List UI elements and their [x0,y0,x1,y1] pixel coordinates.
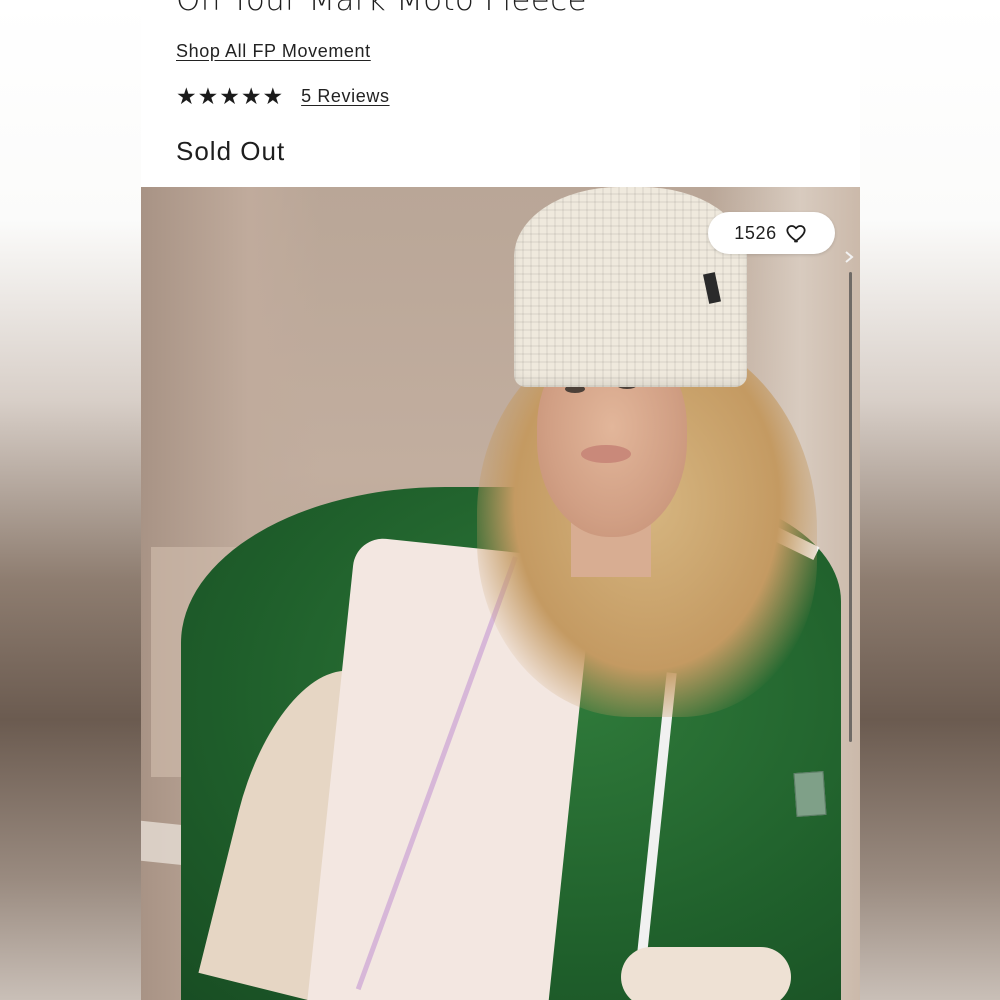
star-rating: ★ ★ ★ ★ ★ [176,84,283,108]
sleeve-patch [793,771,827,817]
background-right [860,0,1000,1000]
shop-all-link[interactable]: Shop All FP Movement [176,41,371,62]
like-count: 1526 [734,222,777,243]
stock-status: Sold Out [176,136,286,166]
sherpa-cuff [621,947,791,1000]
chevron-right-icon[interactable] [842,250,856,264]
product-title: On Your Mark Moto Fleece [176,0,587,18]
lips [581,445,631,463]
beanie-tag [703,272,721,304]
star-icon: ★ [176,83,197,109]
reviews-link[interactable]: 5 Reviews [301,86,389,107]
star-icon: ★ [197,83,219,109]
image-scrollbar[interactable] [849,272,852,742]
product-image[interactable] [141,187,860,1000]
rating-row: ★ ★ ★ ★ ★ 5 Reviews [176,84,390,108]
heart-icon [786,225,806,243]
knit-beanie [514,187,747,387]
star-icon: ★ [240,83,262,109]
like-button[interactable]: 1526 [708,212,835,254]
background-left [0,0,141,1000]
product-card: On Your Mark Moto Fleece Shop All FP Mov… [141,0,860,1000]
star-icon: ★ [219,83,240,109]
star-icon: ★ [262,83,284,109]
